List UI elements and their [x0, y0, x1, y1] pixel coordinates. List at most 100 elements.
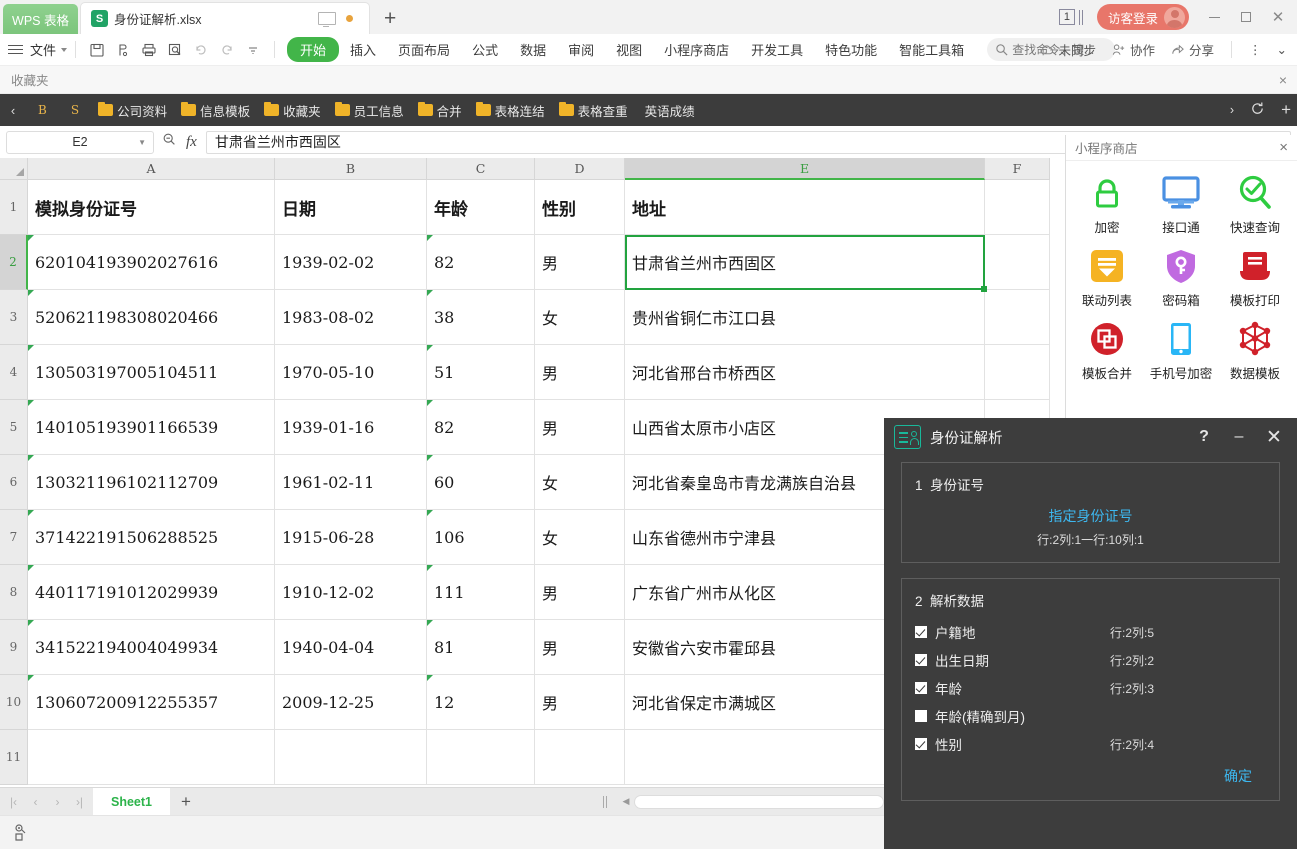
bookmark-item-employee-info[interactable]: 员工信息 — [328, 101, 411, 120]
refresh-icon[interactable] — [1250, 101, 1265, 119]
app-item-phone-encrypt[interactable]: 手机号加密 — [1144, 318, 1218, 382]
checkbox-birthdate[interactable] — [915, 654, 927, 666]
redo-icon[interactable] — [216, 39, 238, 61]
ribbon-tab-features[interactable]: 特色功能 — [814, 37, 888, 62]
cell-c5[interactable]: 82 — [427, 400, 535, 455]
cell-a1[interactable]: 模拟身份证号 — [28, 180, 275, 235]
cell-c10[interactable]: 12 — [427, 675, 535, 730]
minimize-button[interactable] — [1199, 2, 1229, 32]
cell-c6[interactable]: 60 — [427, 455, 535, 510]
fx-icon[interactable]: fx — [186, 134, 197, 151]
customize-toolbar-icon[interactable] — [242, 39, 264, 61]
column-header-e[interactable]: E — [625, 158, 985, 180]
cell-f4[interactable] — [985, 345, 1050, 400]
cell-b6[interactable]: 1961-02-11 — [275, 455, 427, 510]
ribbon-tab-start[interactable]: 开始 — [287, 37, 340, 62]
presentation-icon[interactable] — [318, 11, 336, 27]
file-menu-button[interactable]: 文件 — [30, 40, 68, 59]
cell-f1[interactable] — [985, 180, 1050, 235]
cell-f3[interactable] — [985, 290, 1050, 345]
menu-hamburger-icon[interactable] — [8, 42, 23, 57]
ribbon-tab-view[interactable]: 视图 — [605, 37, 653, 62]
bookmark-item-english-score[interactable]: 英语成绩 — [635, 101, 702, 120]
select-all-corner[interactable] — [0, 158, 28, 180]
cell-d3[interactable]: 女 — [535, 290, 625, 345]
app-item-data-template[interactable]: 数据模板 — [1218, 318, 1292, 382]
document-tab[interactable]: S 身份证解析.xlsx — [80, 2, 370, 34]
row-header-7[interactable]: 7 — [0, 510, 28, 565]
row-header-11[interactable]: 11 — [0, 730, 28, 785]
sheet-tab-sheet1[interactable]: Sheet1 — [93, 788, 170, 815]
horizontal-scrollbar[interactable]: ◀ — [601, 794, 884, 809]
prev-sheet-icon[interactable]: ‹ — [26, 795, 45, 809]
app-item-template-merge[interactable]: 模板合并 — [1070, 318, 1144, 382]
checkbox-residence[interactable] — [915, 626, 927, 638]
column-header-d[interactable]: D — [535, 158, 625, 180]
zoom-out-icon[interactable] — [162, 132, 177, 152]
cell-b8[interactable]: 1910-12-02 — [275, 565, 427, 620]
column-header-c[interactable]: C — [427, 158, 535, 180]
window-count-badge[interactable]: 1 — [1058, 9, 1075, 25]
row-header-8[interactable]: 8 — [0, 565, 28, 620]
option-row-birthdate[interactable]: 出生日期 行:2列:2 — [915, 650, 1266, 670]
checkbox-gender[interactable] — [915, 738, 927, 750]
cell-a8[interactable]: 440117191012029939 — [28, 565, 275, 620]
cell-c2[interactable]: 82 — [427, 235, 535, 290]
maximize-button[interactable] — [1231, 2, 1261, 32]
option-row-gender[interactable]: 性别 行:2列:4 — [915, 734, 1266, 754]
more-options-icon[interactable]: ⋮ — [1243, 42, 1268, 57]
cell-d6[interactable]: 女 — [535, 455, 625, 510]
ribbon-tab-formula[interactable]: 公式 — [461, 37, 509, 62]
cell-d1[interactable]: 性别 — [535, 180, 625, 235]
confirm-button[interactable]: 确定 — [915, 766, 1266, 786]
ribbon-tab-review[interactable]: 审阅 — [557, 37, 605, 62]
specify-id-number-link[interactable]: 指定身份证号 — [915, 506, 1266, 526]
collapse-ribbon-icon[interactable]: ⌄ — [1271, 42, 1293, 57]
checkbox-age[interactable] — [915, 682, 927, 694]
cell-f2[interactable] — [985, 235, 1050, 290]
cell-b3[interactable]: 1983-08-02 — [275, 290, 427, 345]
save-icon[interactable] — [86, 39, 108, 61]
row-header-9[interactable]: 9 — [0, 620, 28, 675]
column-header-f[interactable]: F — [985, 158, 1050, 180]
cell-b2[interactable]: 1939-02-02 — [275, 235, 427, 290]
bookmark-item-info-template[interactable]: 信息模板 — [174, 101, 257, 120]
cell-b7[interactable]: 1915-06-28 — [275, 510, 427, 565]
help-button[interactable]: ? — [1191, 428, 1217, 446]
row-header-1[interactable]: 1 — [0, 180, 28, 235]
ribbon-tab-dev-tools[interactable]: 开发工具 — [740, 37, 814, 62]
ribbon-tab-data[interactable]: 数据 — [509, 37, 557, 62]
bookmark-item-table-link[interactable]: 表格连结 — [469, 101, 552, 120]
cell-b4[interactable]: 1970-05-10 — [275, 345, 427, 400]
favorites-close-icon[interactable]: × — [1279, 72, 1287, 88]
scroll-left-icon[interactable]: ◀ — [618, 796, 634, 807]
cell-d8[interactable]: 男 — [535, 565, 625, 620]
cell-b11[interactable] — [275, 730, 427, 785]
minimize-dialog-button[interactable]: – — [1226, 428, 1252, 446]
cell-c9[interactable]: 81 — [427, 620, 535, 675]
bookmark-item-s[interactable]: S — [59, 103, 91, 117]
cell-e1[interactable]: 地址 — [625, 180, 985, 235]
bookmark-item-company-docs[interactable]: 公司资料 — [91, 101, 174, 120]
cell-a10[interactable]: 130607200912255357 — [28, 675, 275, 730]
cell-d2[interactable]: 男 — [535, 235, 625, 290]
name-box[interactable]: E2 ▼ — [6, 130, 154, 154]
cell-e3[interactable]: 贵州省铜仁市江口县 — [625, 290, 985, 345]
row-header-10[interactable]: 10 — [0, 675, 28, 730]
app-item-template-print[interactable]: 模板打印 — [1218, 245, 1292, 309]
row-header-2[interactable]: 2 — [0, 235, 28, 290]
close-icon[interactable]: × — [1279, 139, 1288, 156]
row-header-4[interactable]: 4 — [0, 345, 28, 400]
cell-c7[interactable]: 106 — [427, 510, 535, 565]
ribbon-tab-smart-toolbox[interactable]: 智能工具箱 — [888, 37, 975, 62]
option-row-age[interactable]: 年龄 行:2列:3 — [915, 678, 1266, 698]
bookmark-item-merge[interactable]: 合并 — [411, 101, 469, 120]
cell-c11[interactable] — [427, 730, 535, 785]
cell-d9[interactable]: 男 — [535, 620, 625, 675]
cell-a9[interactable]: 341522194004049934 — [28, 620, 275, 675]
bookmark-item-table-dedupe[interactable]: 表格查重 — [552, 101, 635, 120]
option-row-age-month[interactable]: 年龄(精确到月) — [915, 706, 1266, 726]
cell-c1[interactable]: 年龄 — [427, 180, 535, 235]
first-sheet-icon[interactable]: |‹ — [4, 795, 23, 809]
app-item-interface[interactable]: 接口通 — [1144, 172, 1218, 236]
